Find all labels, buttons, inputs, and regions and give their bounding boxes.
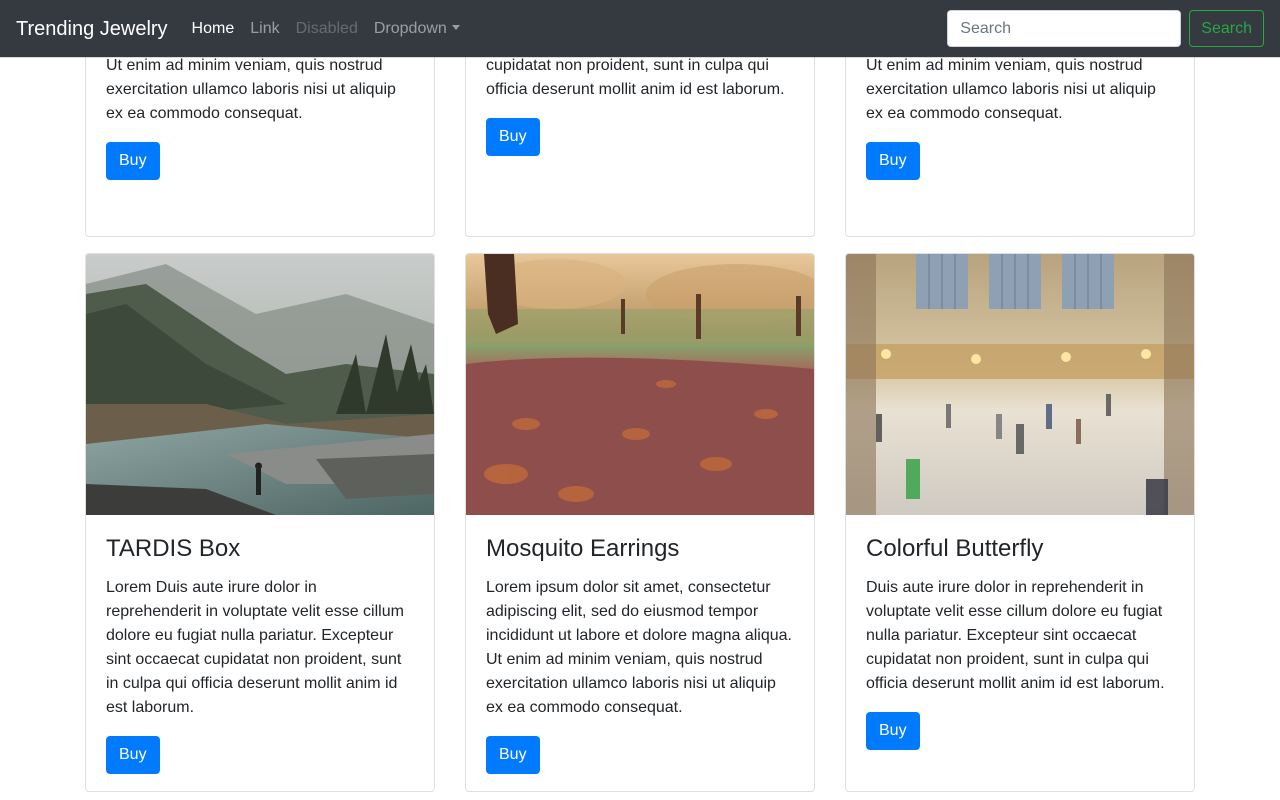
product-card-colorful-butterfly: Colorful Butterfly Duis aute irure dolor… — [845, 253, 1195, 792]
product-image — [86, 254, 434, 515]
buy-button[interactable]: Buy — [486, 735, 540, 774]
buy-button[interactable]: Buy — [486, 118, 540, 156]
search-input[interactable] — [947, 10, 1182, 47]
navbar-brand[interactable]: Trending Jewelry — [16, 19, 168, 39]
card-description: Duis aute irure dolor in reprehenderit i… — [866, 578, 1165, 692]
nav-links: Home Link Disabled Dropdown — [192, 20, 476, 38]
nav-link-disabled: Disabled — [295, 19, 358, 37]
product-card-tardis-box: TARDIS Box Lorem Duis aute irure dolor i… — [85, 253, 435, 792]
search-button[interactable]: Search — [1189, 10, 1264, 47]
card-title: Mosquito Earrings — [486, 535, 680, 562]
buy-button[interactable]: Buy — [866, 711, 920, 750]
product-image — [466, 254, 814, 515]
card-title: TARDIS Box — [106, 535, 241, 562]
nav-link-home[interactable]: Home — [192, 20, 235, 38]
product-image — [846, 254, 1194, 515]
card-title: Colorful Butterfly — [866, 535, 1044, 562]
nav-link-link[interactable]: Link — [250, 20, 279, 38]
nav-dropdown-toggle[interactable]: Dropdown — [374, 20, 460, 38]
search-form: Search — [947, 10, 1264, 47]
nav-dropdown-label: Dropdown — [373, 19, 447, 37]
navbar: Trending Jewelry Home Link Disabled Drop… — [0, 0, 1280, 57]
buy-button[interactable]: Buy — [866, 142, 920, 180]
caret-down-icon — [451, 24, 460, 30]
buy-button[interactable]: Buy — [106, 735, 160, 774]
card-description: Lorem ipsum dolor sit amet, consectetur … — [486, 578, 792, 716]
card-description: Lorem Duis aute irure dolor in reprehend… — [106, 578, 404, 716]
buy-button[interactable]: Buy — [106, 142, 160, 180]
product-card-mosquito-earrings: Mosquito Earrings Lorem ipsum dolor sit … — [465, 253, 815, 792]
